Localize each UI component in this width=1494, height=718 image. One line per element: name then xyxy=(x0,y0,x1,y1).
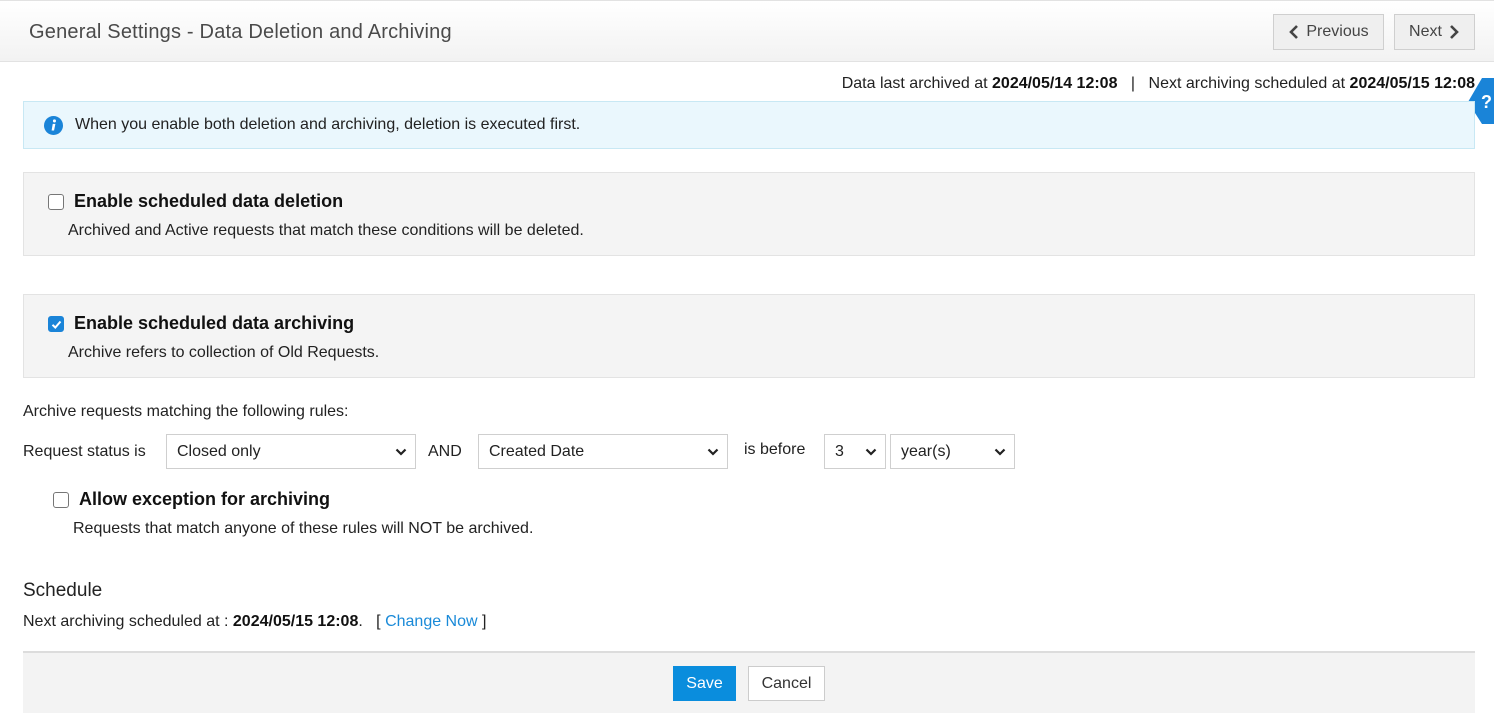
request-status-value: Closed only xyxy=(177,442,261,460)
archiving-panel: Enable scheduled data archiving Archive … xyxy=(23,294,1475,378)
exception-checkbox[interactable] xyxy=(53,491,69,508)
date-field-select[interactable]: Created Date xyxy=(478,434,728,469)
and-label: AND xyxy=(428,443,462,460)
amount-value: 3 xyxy=(835,442,844,460)
info-text: When you enable both deletion and archiv… xyxy=(75,116,581,133)
deletion-panel: Enable scheduled data deletion Archived … xyxy=(23,172,1475,256)
exception-description: Requests that match anyone of these rule… xyxy=(73,520,534,537)
exception-row: Allow exception for archiving xyxy=(53,489,330,510)
chevron-down-icon xyxy=(865,448,877,456)
cancel-button[interactable]: Cancel xyxy=(748,666,825,701)
chevron-down-icon xyxy=(994,448,1006,456)
change-now-link[interactable]: Change Now xyxy=(385,613,478,630)
exception-label[interactable]: Allow exception for archiving xyxy=(79,489,330,510)
date-field-value: Created Date xyxy=(489,442,585,460)
is-before-label: is before xyxy=(744,441,806,458)
next-label: Next xyxy=(1409,23,1442,40)
info-banner: When you enable both deletion and archiv… xyxy=(23,101,1475,149)
chevron-down-icon xyxy=(395,448,407,456)
svg-text:?: ? xyxy=(1481,92,1492,112)
form-footer: Save Cancel xyxy=(23,651,1475,713)
schedule-next-label: Next archiving scheduled at : xyxy=(23,613,229,630)
chevron-left-icon xyxy=(1289,25,1299,39)
previous-label: Previous xyxy=(1306,23,1369,40)
schedule-period: . xyxy=(358,613,363,630)
schedule-title: Schedule xyxy=(23,580,103,601)
save-button[interactable]: Save xyxy=(673,666,736,701)
next-scheduled-label: Next archiving scheduled at xyxy=(1148,75,1346,92)
schedule-info: Next archiving scheduled at : 2024/05/15… xyxy=(23,613,486,631)
archive-rule-row: Request status is Closed only AND Create… xyxy=(23,434,1023,469)
request-status-select[interactable]: Closed only xyxy=(166,434,416,469)
next-button[interactable]: Next xyxy=(1394,14,1475,50)
last-archived-value: 2024/05/14 12:08 xyxy=(992,75,1118,92)
archiving-description: Archive refers to collection of Old Requ… xyxy=(68,344,380,361)
unit-value: year(s) xyxy=(901,442,951,460)
check-icon xyxy=(51,320,62,329)
archive-status: Data last archived at 2024/05/14 12:08 |… xyxy=(842,75,1475,93)
bracket-open: [ xyxy=(376,613,381,630)
previous-button[interactable]: Previous xyxy=(1273,14,1384,50)
info-icon xyxy=(44,115,63,135)
deletion-description: Archived and Active requests that match … xyxy=(68,222,584,239)
bracket-close: ] xyxy=(482,613,487,630)
chevron-down-icon xyxy=(707,448,719,456)
schedule-next-value: 2024/05/15 12:08 xyxy=(232,613,359,630)
chevron-right-icon xyxy=(1450,25,1459,39)
rules-title: Archive requests matching the following … xyxy=(23,403,349,420)
unit-select[interactable]: year(s) xyxy=(890,434,1015,469)
status-separator: | xyxy=(1130,75,1136,92)
archiving-checkbox[interactable] xyxy=(48,315,64,332)
page-title: General Settings - Data Deletion and Arc… xyxy=(29,21,452,43)
next-scheduled-value: 2024/05/15 12:08 xyxy=(1349,75,1475,92)
request-status-label: Request status is xyxy=(23,443,146,460)
last-archived-label: Data last archived at xyxy=(841,75,988,92)
deletion-checkbox[interactable] xyxy=(48,193,64,210)
deletion-label[interactable]: Enable scheduled data deletion xyxy=(74,191,343,212)
archiving-label[interactable]: Enable scheduled data archiving xyxy=(74,313,354,334)
amount-select[interactable]: 3 xyxy=(824,434,886,469)
page-header: General Settings - Data Deletion and Arc… xyxy=(0,0,1494,62)
